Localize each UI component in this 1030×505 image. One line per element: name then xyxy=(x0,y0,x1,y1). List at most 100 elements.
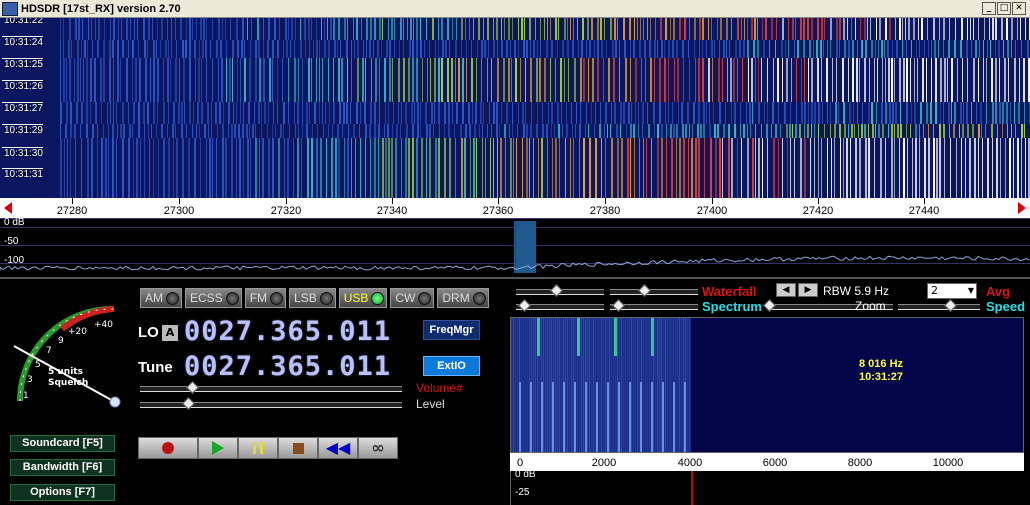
squelch-knob[interactable] xyxy=(109,396,121,408)
lo-frequency[interactable]: 0027.365.011 xyxy=(184,318,391,346)
waterfall-line xyxy=(635,58,637,102)
slider-thumb[interactable] xyxy=(186,381,199,394)
waterfall-line xyxy=(830,18,832,40)
minimize-button[interactable]: _ xyxy=(982,2,996,15)
waterfall-line xyxy=(361,18,362,40)
waterfall-line xyxy=(820,40,822,58)
waterfall-contrast-slider[interactable] xyxy=(516,284,604,297)
mode-ecss-button[interactable]: ECSS xyxy=(185,288,242,308)
mode-cw-button[interactable]: CW xyxy=(390,288,435,308)
play-button[interactable] xyxy=(198,437,238,459)
slider-thumb[interactable] xyxy=(638,284,651,297)
waterfall-line xyxy=(830,102,831,124)
waterfall-line xyxy=(313,40,314,58)
stop-button[interactable] xyxy=(278,437,318,459)
waterfall-line xyxy=(118,18,119,40)
slider-thumb[interactable] xyxy=(612,299,625,312)
waterfall-line xyxy=(267,124,268,138)
waterfall-line xyxy=(144,40,146,58)
spectrum-contrast-slider[interactable] xyxy=(516,299,604,312)
waterfall-line xyxy=(891,138,893,198)
slider-thumb[interactable] xyxy=(763,299,776,312)
af-spectrum[interactable]: 0 dB -25 xyxy=(510,469,1024,505)
pause-button[interactable] xyxy=(238,437,278,459)
waterfall-line xyxy=(780,124,781,138)
waterfall-line xyxy=(480,102,482,124)
waterfall-line xyxy=(360,102,361,124)
waterfall-line xyxy=(80,58,81,102)
waterfall-line xyxy=(394,18,395,40)
extio-button[interactable]: ExtIO xyxy=(423,356,480,376)
waterfall-line xyxy=(1000,138,1001,198)
scroll-left-icon[interactable] xyxy=(4,202,12,214)
options-button[interactable]: Options [F7] xyxy=(10,484,115,501)
waterfall-line xyxy=(63,58,65,102)
waterfall-line xyxy=(490,138,491,198)
spin-left-button[interactable]: ◀ xyxy=(776,283,796,297)
waterfall-line xyxy=(438,40,439,58)
spin-right-button[interactable]: ▶ xyxy=(798,283,818,297)
waterfall-line xyxy=(366,40,367,58)
mode-am-button[interactable]: AM xyxy=(140,288,182,308)
speed-slider[interactable] xyxy=(898,299,980,312)
scroll-right-icon[interactable] xyxy=(1018,202,1026,214)
waterfall-line xyxy=(503,58,505,102)
af-tone-line xyxy=(596,382,598,452)
waterfall-line xyxy=(855,138,857,198)
mode-drm-button[interactable]: DRM xyxy=(437,288,489,308)
waterfall-line xyxy=(163,138,165,198)
slider-thumb[interactable] xyxy=(944,299,957,312)
af-noise-line xyxy=(609,318,610,452)
waterfall-line xyxy=(389,58,391,102)
af-noise-line xyxy=(605,318,606,452)
slider-thumb[interactable] xyxy=(182,397,195,410)
close-button[interactable]: ✕ xyxy=(1012,2,1026,15)
tune-frequency[interactable]: 0027.365.011 xyxy=(184,353,391,381)
waterfall-line xyxy=(493,18,494,40)
waterfall-line xyxy=(273,102,274,124)
waterfall-line xyxy=(70,102,72,124)
rewind-icon: ◀◀ xyxy=(325,438,351,457)
rf-spectrum[interactable]: 0 dB -50 -100 xyxy=(0,217,1030,276)
rf-frequency-scale[interactable]: 27280 27300 27320 27340 27360 27380 2740… xyxy=(0,198,1030,218)
af-frequency-scale[interactable]: 0 2000 4000 6000 8000 10000 xyxy=(510,453,1024,471)
waterfall-brightness-slider[interactable] xyxy=(610,284,698,297)
waterfall-line xyxy=(188,138,190,198)
maximize-button[interactable]: □ xyxy=(997,2,1011,15)
af-db-label: -25 xyxy=(515,487,530,498)
bandwidth-button[interactable]: Bandwidth [F6] xyxy=(10,459,115,476)
waterfall-line xyxy=(915,124,917,138)
mode-lsb-button[interactable]: LSB xyxy=(289,288,336,308)
waterfall-line xyxy=(752,138,754,198)
waterfall-line xyxy=(374,102,376,124)
waterfall-line xyxy=(654,40,656,58)
slider-thumb[interactable] xyxy=(550,284,563,297)
avg-select[interactable]: 2 xyxy=(927,283,977,299)
spectrum-brightness-slider[interactable] xyxy=(610,299,698,312)
record-button[interactable] xyxy=(138,437,198,459)
rf-waterfall[interactable]: 10:31:22 10:31:24 10:31:25 10:31:26 10:3… xyxy=(0,18,1030,198)
lo-badge[interactable]: A xyxy=(162,325,178,341)
waterfall-line xyxy=(853,102,854,124)
waterfall-line xyxy=(250,40,251,58)
af-noise-line xyxy=(581,318,582,452)
mode-fm-button[interactable]: FM xyxy=(244,288,287,308)
slider-thumb[interactable] xyxy=(518,299,531,312)
volume-slider[interactable] xyxy=(140,381,402,394)
waterfall-line xyxy=(916,40,917,58)
waterfall-line xyxy=(290,40,291,58)
waterfall-line xyxy=(196,18,197,40)
af-tone-line xyxy=(574,382,576,452)
waterfall-line xyxy=(205,40,207,58)
mode-usb-button[interactable]: USB xyxy=(338,288,388,308)
af-waterfall[interactable]: 8 016 Hz 10:31:27 xyxy=(510,317,1024,453)
waterfall-line xyxy=(132,124,133,138)
loop-button[interactable]: ∞ xyxy=(358,437,398,459)
rewind-button[interactable]: ◀◀ xyxy=(318,437,358,459)
waterfall-line xyxy=(612,40,614,58)
af-noise-line xyxy=(613,318,614,452)
soundcard-button[interactable]: Soundcard [F5] xyxy=(10,435,115,452)
waterfall-line xyxy=(567,40,569,58)
level-slider[interactable] xyxy=(140,397,402,410)
freqmgr-button[interactable]: FreqMgr xyxy=(423,320,480,340)
